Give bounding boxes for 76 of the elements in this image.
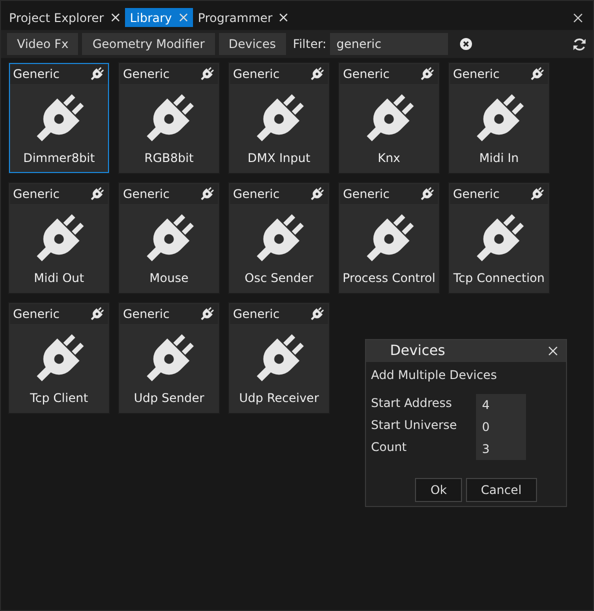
category-label: Generic [233,187,280,201]
category-button[interactable]: Video Fx [7,33,78,55]
plug-icon [199,66,215,82]
category-label: Generic [123,307,170,321]
tab[interactable]: Programmer [192,8,294,27]
plug-icon [89,66,105,82]
plug-icon [419,186,435,202]
device-name: Midi Out [34,271,84,285]
category-label: Generic [343,67,390,81]
refresh-icon[interactable] [572,36,587,52]
device-tile[interactable]: Generic Udp Sender [119,303,219,413]
tab[interactable]: Library [124,8,193,27]
category-label: Generic [343,187,390,201]
clear-icon[interactable] [460,38,472,50]
category-button[interactable]: Geometry Modifier [82,33,215,55]
device-tile[interactable]: Generic Tcp Connection [449,183,549,293]
plug-icon [419,66,435,82]
category-label: Generic [123,67,170,81]
dialog-heading: Add Multiple Devices [370,367,498,382]
plug-icon [309,66,325,82]
category-label: Generic [453,67,500,81]
plug-icon [309,186,325,202]
plug-icon [529,66,545,82]
device-name: RGB8bit [144,151,194,165]
device-tile[interactable]: Generic Knx [339,63,439,173]
device-name: Tcp Client [30,391,88,405]
plug-icon [199,186,215,202]
plug-icon [529,186,545,202]
plug-icon [89,306,105,322]
dialog-button[interactable]: Ok [415,478,462,502]
field-label: Count [371,439,408,456]
category-button[interactable]: Devices [218,33,286,55]
device-tile[interactable]: Generic Osc Sender [229,183,329,293]
category-label: Generic [123,187,170,201]
field-label: Start Address [371,395,453,412]
input-field[interactable]: 3 [476,438,526,460]
plug-icon [89,186,105,202]
device-tile[interactable]: Generic Midi In [449,63,549,173]
input-field[interactable]: 4 [476,394,526,416]
device-tile[interactable]: Generic DMX Input [229,63,329,173]
filter-label: Filter: [292,37,326,51]
device-name: Knx [378,151,400,165]
device-name: Udp Sender [134,391,204,405]
tab[interactable]: Project Explorer [4,8,125,27]
device-tile[interactable]: Generic Udp Receiver [229,303,329,413]
category-label: Generic [13,307,60,321]
input-field[interactable]: 0 [476,416,526,438]
device-tile[interactable]: Generic Dimmer8bit [9,63,109,173]
device-name: Process Control [342,271,436,285]
category-label: Generic [233,307,280,321]
device-name: Mouse [150,271,188,285]
device-tile[interactable]: Generic Process Control [339,183,439,293]
category-label: Generic [13,187,60,201]
filter-field[interactable]: generic [330,33,448,55]
device-tile[interactable]: Generic Midi Out [9,183,109,293]
device-name: Udp Receiver [239,391,319,405]
device-tile[interactable]: Generic RGB8bit [119,63,219,173]
device-name: Midi In [479,151,519,165]
device-tile[interactable]: Generic Tcp Client [9,303,109,413]
device-name: Dimmer8bit [23,151,95,165]
category-label: Generic [13,67,60,81]
close-icon[interactable] [110,13,120,22]
device-tile[interactable]: Generic Mouse [119,183,219,293]
dialog-title: Devices [390,343,446,359]
plug-icon [309,306,325,322]
device-name: DMX Input [248,151,310,165]
field-label: Start Universe [371,417,458,434]
plug-icon [199,306,215,322]
close-icon[interactable] [548,346,558,356]
close-icon[interactable] [279,13,288,22]
dialog-button[interactable]: Cancel [466,478,537,502]
device-name: Osc Sender [244,271,314,285]
device-name: Tcp Connection [453,271,545,285]
category-label: Generic [233,67,280,81]
close-icon[interactable] [573,12,583,22]
category-label: Generic [453,187,500,201]
